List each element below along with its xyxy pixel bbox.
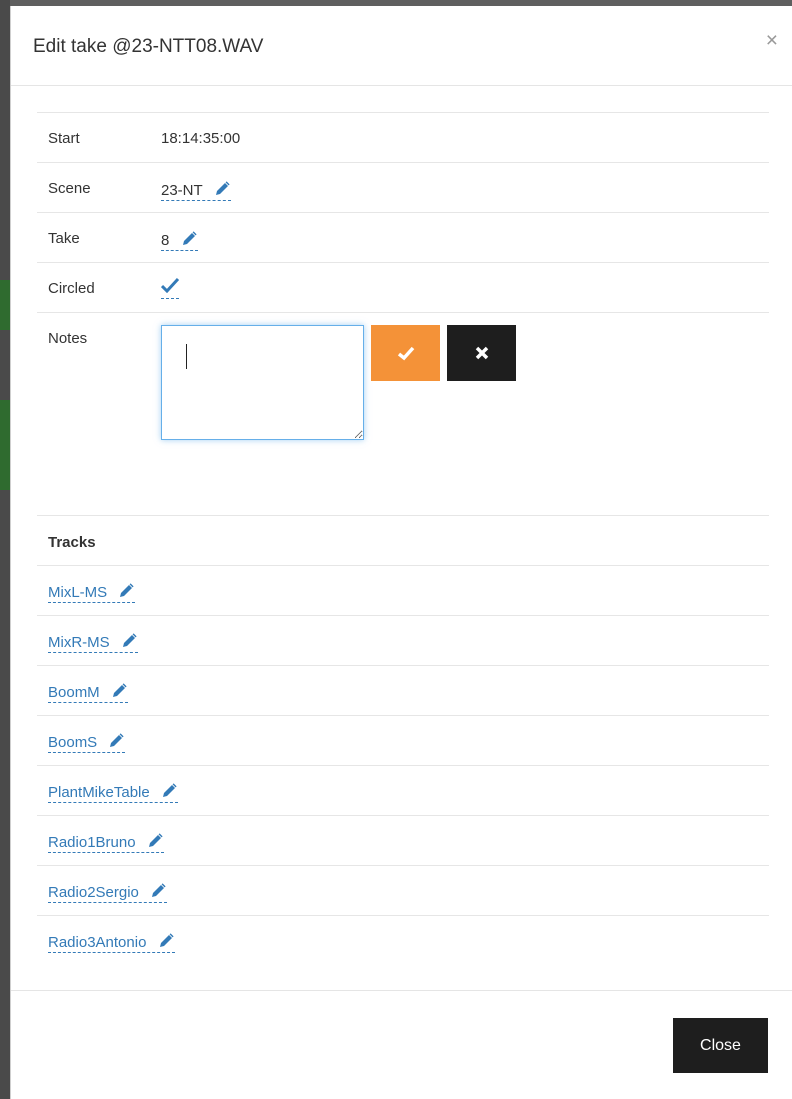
- track-name[interactable]: Radio1Bruno: [48, 834, 136, 851]
- pencil-icon[interactable]: [157, 932, 175, 950]
- start-label: Start: [48, 130, 80, 147]
- take-label: Take: [48, 230, 80, 247]
- circled-label: Circled: [48, 280, 95, 297]
- track-row: Radio3Antonio: [37, 915, 769, 965]
- track-row: MixL-MS: [37, 565, 769, 615]
- pencil-icon[interactable]: [107, 732, 125, 750]
- track-name[interactable]: BoomM: [48, 684, 100, 701]
- pencil-icon[interactable]: [213, 180, 231, 198]
- track-link[interactable]: MixL-MS: [48, 582, 136, 603]
- track-row: BoomS: [37, 715, 769, 765]
- start-row: Start 18:14:35:00: [37, 112, 769, 162]
- track-name[interactable]: MixL-MS: [48, 584, 107, 601]
- notes-label: Notes: [48, 330, 88, 347]
- pencil-icon[interactable]: [180, 230, 198, 248]
- track-row: MixR-MS: [37, 615, 769, 665]
- track-name[interactable]: MixR-MS: [48, 634, 110, 651]
- dialog-footer-divider: [11, 990, 792, 991]
- notes-textarea[interactable]: [161, 325, 364, 440]
- background-mark: [0, 280, 10, 330]
- start-value: 18:14:35:00: [161, 130, 241, 147]
- pencil-icon[interactable]: [117, 582, 135, 600]
- track-row: PlantMikeTable: [37, 765, 769, 815]
- take-info-table: Start 18:14:35:00 Scene 23-NT Take 8 Cir…: [37, 112, 769, 965]
- track-row: Radio2Sergio: [37, 865, 769, 915]
- track-link[interactable]: Radio1Bruno: [48, 832, 164, 853]
- track-name[interactable]: PlantMikeTable: [48, 784, 150, 801]
- save-notes-button[interactable]: [371, 325, 440, 381]
- scene-value[interactable]: 23-NT: [161, 182, 202, 199]
- track-link[interactable]: BoomS: [48, 732, 126, 753]
- x-icon: [475, 346, 488, 360]
- circled-row: Circled: [37, 262, 769, 312]
- track-link[interactable]: Radio3Antonio: [48, 932, 175, 953]
- take-value[interactable]: 8: [161, 232, 169, 249]
- track-link[interactable]: BoomM: [48, 682, 128, 703]
- track-row: BoomM: [37, 665, 769, 715]
- background-overlay: [0, 0, 10, 1099]
- check-icon: [397, 346, 414, 361]
- pencil-icon[interactable]: [160, 782, 178, 800]
- track-name[interactable]: BoomS: [48, 734, 97, 751]
- scene-label: Scene: [48, 180, 91, 197]
- dialog-header: Edit take @23-NTT08.WAV ×: [11, 6, 792, 86]
- tracks-heading: Tracks: [48, 534, 96, 551]
- track-link[interactable]: MixR-MS: [48, 632, 138, 653]
- scene-editable[interactable]: 23-NT: [161, 180, 231, 201]
- dialog-title: Edit take @23-NTT08.WAV: [33, 36, 264, 57]
- background-mark: [0, 400, 10, 490]
- pencil-icon[interactable]: [146, 832, 164, 850]
- cancel-notes-button[interactable]: [447, 325, 516, 381]
- pencil-icon[interactable]: [149, 882, 167, 900]
- circled-toggle[interactable]: [160, 277, 180, 299]
- check-icon[interactable]: [160, 277, 180, 294]
- track-link[interactable]: PlantMikeTable: [48, 782, 178, 803]
- close-icon[interactable]: ×: [766, 30, 778, 51]
- edit-take-dialog: Edit take @23-NTT08.WAV × Start 18:14:35…: [10, 6, 792, 1099]
- pencil-icon[interactable]: [120, 632, 138, 650]
- take-row: Take 8: [37, 212, 769, 262]
- notes-row: Notes: [37, 312, 769, 515]
- track-row: Radio1Bruno: [37, 815, 769, 865]
- pencil-icon[interactable]: [110, 682, 128, 700]
- text-caret: [186, 344, 187, 369]
- tracks-header-row: Tracks: [37, 515, 769, 565]
- track-link[interactable]: Radio2Sergio: [48, 882, 168, 903]
- take-editable[interactable]: 8: [161, 230, 198, 251]
- track-name[interactable]: Radio3Antonio: [48, 934, 146, 951]
- scene-row: Scene 23-NT: [37, 162, 769, 212]
- track-name[interactable]: Radio2Sergio: [48, 884, 139, 901]
- close-button[interactable]: Close: [673, 1018, 768, 1073]
